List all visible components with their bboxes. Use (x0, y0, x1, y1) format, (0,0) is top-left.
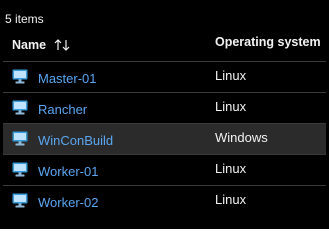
virtual-machine-icon (12, 100, 28, 115)
virtual-machine-icon (12, 131, 28, 146)
table-row-selected[interactable]: WinConBuild Windows (3, 123, 326, 154)
vm-name-link[interactable]: WinConBuild (38, 133, 113, 148)
table-row[interactable]: Worker-02 Linux (3, 185, 326, 216)
column-header-name-label: Name (12, 38, 47, 52)
table-row[interactable]: Master-01 Linux (3, 61, 326, 92)
vm-os: Windows (215, 130, 268, 145)
vm-rows: Master-01 Linux Rancher Linux WinConBuil… (3, 61, 326, 216)
sort-arrows-icon[interactable] (54, 38, 72, 52)
virtual-machine-icon (12, 162, 28, 177)
item-count: 5 items (5, 12, 44, 26)
vm-name-link[interactable]: Rancher (38, 102, 87, 117)
vm-list-panel: 5 items Name Operating system Master-01 … (0, 0, 329, 229)
column-header-name[interactable]: Name (12, 38, 72, 52)
vm-os: Linux (215, 192, 247, 207)
table-row[interactable]: Rancher Linux (3, 92, 326, 123)
virtual-machine-icon (12, 193, 28, 208)
vm-os: Linux (215, 68, 247, 83)
vm-name-link[interactable]: Worker-02 (38, 195, 98, 210)
vm-os: Linux (215, 161, 247, 176)
vm-os: Linux (215, 99, 247, 114)
vm-name-link[interactable]: Worker-01 (38, 164, 98, 179)
vm-name-link[interactable]: Master-01 (38, 71, 97, 86)
table-row[interactable]: Worker-01 Linux (3, 154, 326, 185)
column-header-os[interactable]: Operating system (215, 35, 321, 49)
virtual-machine-icon (12, 69, 28, 84)
table-header: Name Operating system (0, 29, 329, 61)
